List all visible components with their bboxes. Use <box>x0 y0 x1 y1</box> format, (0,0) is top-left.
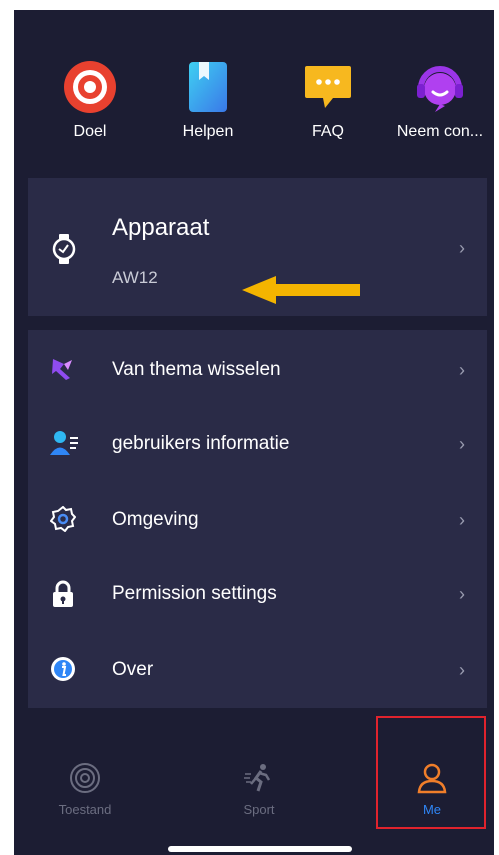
me-screen: Doel Helpen FAQ Neem con... Apparaat AW1… <box>14 10 494 855</box>
menu-item-label: Van thema wisselen <box>112 359 281 380</box>
quick-action-helpen[interactable]: Helpen <box>156 60 260 141</box>
help-book-icon <box>181 60 235 114</box>
watch-icon <box>52 234 76 264</box>
menu-item-about[interactable]: Over › <box>28 640 487 700</box>
quick-actions: Doel Helpen FAQ Neem con... <box>14 60 494 150</box>
menu-item-settings[interactable]: Omgeving › <box>28 490 487 550</box>
lock-icon <box>50 580 76 607</box>
quick-action-faq[interactable]: FAQ <box>276 60 380 141</box>
chat-bubble-icon <box>301 60 355 114</box>
settings-menu: Van thema wisselen › gebruikers informat… <box>28 330 487 708</box>
running-person-icon <box>243 762 275 794</box>
menu-item-theme[interactable]: Van thema wisselen › <box>28 340 487 400</box>
quick-action-label: FAQ <box>311 123 344 140</box>
settings-gear-icon <box>49 505 77 533</box>
menu-item-label: Over <box>112 659 154 680</box>
device-card[interactable]: Apparaat AW12 › <box>28 178 487 316</box>
target-icon <box>63 60 117 114</box>
tab-sport[interactable]: Sport <box>204 762 314 817</box>
menu-item-permissions[interactable]: Permission settings › <box>28 564 487 624</box>
tab-label: Sport <box>243 802 275 817</box>
status-rings-icon <box>69 762 101 794</box>
info-icon <box>50 656 76 682</box>
menu-item-label: Omgeving <box>112 509 199 530</box>
device-title: Apparaat <box>112 214 210 241</box>
menu-item-user-info[interactable]: gebruikers informatie › <box>28 414 487 474</box>
tab-toestand[interactable]: Toestand <box>30 762 140 817</box>
chevron-right-icon: › <box>459 584 465 604</box>
chevron-right-icon: › <box>459 434 465 454</box>
device-model: AW12 <box>112 268 158 287</box>
pointer-arrow-icon <box>242 276 360 304</box>
tab-label: Toestand <box>58 802 112 817</box>
support-headset-icon <box>413 60 467 114</box>
theme-flag-icon <box>50 356 76 382</box>
quick-action-doel[interactable]: Doel <box>38 60 142 141</box>
chevron-right-icon: › <box>459 360 465 380</box>
chevron-right-icon: › <box>459 238 465 258</box>
menu-item-label: gebruikers informatie <box>112 433 290 454</box>
quick-action-label: Neem con... <box>396 123 484 140</box>
highlight-box <box>376 716 486 829</box>
menu-item-label: Permission settings <box>112 583 277 604</box>
home-indicator <box>168 846 352 852</box>
quick-action-label: Helpen <box>182 123 234 140</box>
quick-action-neem-contact[interactable]: Neem con... <box>388 60 492 141</box>
chevron-right-icon: › <box>459 660 465 680</box>
user-info-icon <box>50 430 78 456</box>
quick-action-label: Doel <box>73 123 107 140</box>
chevron-right-icon: › <box>459 510 465 530</box>
